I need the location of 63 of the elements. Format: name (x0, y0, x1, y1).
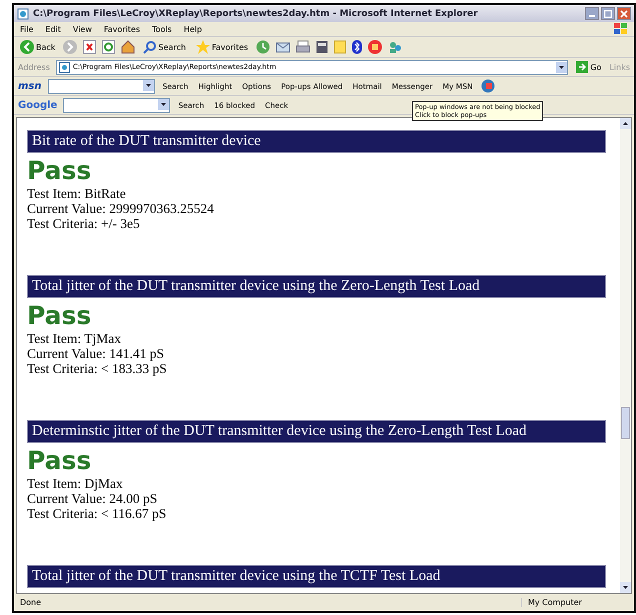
arrow-icon (576, 61, 588, 73)
test-detail: Current Value: 24.00 pS (27, 491, 158, 506)
star-icon (196, 40, 210, 54)
test-detail: Test Item: DjMax (27, 476, 124, 491)
scroll-down-icon[interactable] (620, 582, 631, 593)
google-search-field[interactable] (63, 98, 170, 112)
window-title: C:\Program Files\LeCroy\XReplay\Reports\newtes2day.htm - Microsoft Internet Explorer (33, 8, 479, 18)
messenger-icon[interactable] (368, 40, 382, 54)
page-icon (58, 62, 70, 72)
print-icon[interactable] (296, 40, 310, 54)
section-heading: Total jitter of the DUT transmitter device using the TCTF Test Load (27, 565, 606, 588)
test-detail: Test Criteria: < 183.33 pS (27, 361, 168, 376)
dropdown-icon[interactable] (142, 80, 154, 90)
result-label: Pass (27, 156, 92, 186)
go-button[interactable]: Go (574, 61, 604, 73)
section-heading: Bit rate of the DUT transmitter device (27, 130, 606, 153)
test-detail: Test Criteria: +/- 3e5 (27, 216, 141, 231)
scrollbar[interactable] (620, 118, 631, 593)
msn-search-field[interactable] (48, 78, 154, 94)
forward-icon[interactable] (63, 40, 78, 54)
refresh-icon[interactable] (102, 40, 116, 54)
bluetooth-icon[interactable] (352, 40, 362, 54)
people-icon[interactable] (388, 40, 402, 54)
section-heading: Total jitter of the DUT transmitter device using the Zero-Length Test Load (27, 275, 606, 298)
section-heading: Determinstic jitter of the DUT transmitter device using the Zero-Length Test Load (27, 420, 606, 443)
search-icon (143, 40, 156, 54)
minimize-icon (589, 15, 595, 17)
menu-item[interactable]: View (72, 24, 92, 34)
history-icon[interactable] (256, 40, 270, 54)
menu-item[interactable]: File (20, 24, 34, 34)
msn-logo: msn (18, 80, 42, 92)
result-label: Pass (27, 301, 92, 331)
menu-item[interactable]: Help (184, 24, 202, 34)
minimize-button[interactable] (585, 7, 599, 20)
menu-item[interactable]: Favorites (104, 24, 140, 34)
test-detail: Test Criteria: < 116.67 pS (27, 506, 168, 521)
favorites-button[interactable]: Favorites (194, 40, 250, 54)
stop-icon[interactable] (83, 40, 96, 54)
close-icon (620, 10, 628, 18)
dropdown-icon[interactable] (556, 62, 568, 72)
scroll-thumb[interactable] (621, 407, 630, 439)
maximize-icon (604, 10, 612, 18)
home-icon[interactable] (121, 40, 136, 54)
back-button[interactable]: Back (18, 40, 58, 54)
menu-item[interactable]: Edit (45, 24, 61, 34)
menu-item[interactable]: Tools (152, 24, 172, 34)
windows-logo-icon (614, 23, 628, 35)
status-text: Done (20, 598, 42, 607)
search-button[interactable]: Search (141, 40, 188, 54)
test-detail: Current Value: 2999970363.25524 (27, 201, 215, 216)
google-logo[interactable]: Google (18, 100, 58, 110)
maximize-button[interactable] (601, 7, 615, 20)
dropdown-icon[interactable] (158, 98, 170, 110)
zone-text: My Computer (521, 598, 628, 607)
scroll-up-icon[interactable] (620, 118, 631, 129)
close-button[interactable] (617, 7, 631, 20)
page-icon (17, 8, 29, 20)
mail-icon[interactable] (276, 40, 290, 54)
test-detail: Current Value: 141.41 pS (27, 346, 165, 361)
address-label: Address (18, 62, 50, 72)
test-detail: Test Item: TjMax (27, 331, 122, 346)
result-label: Pass (27, 446, 92, 476)
test-detail: Test Item: BitRate (27, 186, 127, 201)
